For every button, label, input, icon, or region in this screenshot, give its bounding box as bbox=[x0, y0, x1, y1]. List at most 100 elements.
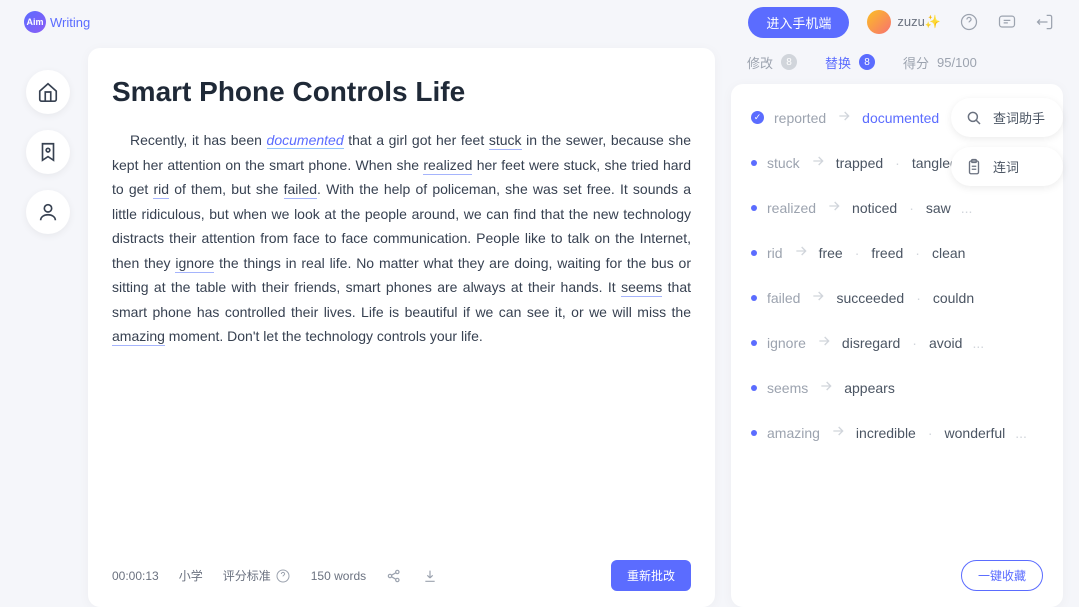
right-column: 修改 8 替换 8 得分 95/100 ✓reporteddocumenteds… bbox=[731, 48, 1063, 607]
bullet-icon bbox=[751, 385, 757, 391]
recheck-button[interactable]: 重新批改 bbox=[611, 560, 691, 591]
original-word: amazing bbox=[767, 425, 820, 441]
check-icon: ✓ bbox=[751, 111, 764, 124]
arrow-right-icon bbox=[810, 288, 826, 307]
user-area[interactable]: zuzu✨ bbox=[867, 10, 941, 34]
suggestion-item[interactable]: amazing incredible · wonderful ... bbox=[751, 423, 1043, 442]
criteria-button[interactable]: 评分标准 bbox=[223, 567, 291, 584]
bullet-icon bbox=[751, 295, 757, 301]
more-icon[interactable]: ... bbox=[972, 335, 984, 351]
original-word: rid bbox=[767, 245, 783, 261]
suggested-word[interactable]: free bbox=[819, 245, 843, 261]
logout-icon[interactable] bbox=[1035, 12, 1055, 32]
separator: · bbox=[928, 425, 933, 441]
help-icon[interactable] bbox=[959, 12, 979, 32]
floating-tools: 查词助手 连词 bbox=[951, 98, 1063, 186]
separator: · bbox=[915, 245, 920, 261]
suggested-word[interactable]: documented bbox=[862, 110, 939, 126]
feedback-icon[interactable] bbox=[997, 12, 1017, 32]
logo-text: Writing bbox=[50, 15, 90, 30]
separator: · bbox=[912, 335, 917, 351]
original-word: realized bbox=[767, 200, 816, 216]
highlight-stuck[interactable]: stuck bbox=[489, 132, 522, 150]
arrow-right-icon bbox=[816, 333, 832, 352]
suggestion-item[interactable]: failed succeeded · couldn bbox=[751, 288, 1043, 307]
bullet-icon bbox=[751, 205, 757, 211]
bookmark-button[interactable] bbox=[26, 130, 70, 174]
suggested-word[interactable]: couldn bbox=[933, 290, 974, 306]
bullet-icon bbox=[751, 160, 757, 166]
highlight-documented[interactable]: documented bbox=[267, 132, 344, 149]
more-icon[interactable]: ... bbox=[1015, 425, 1027, 441]
suggestion-item[interactable]: realized noticed · saw ... bbox=[751, 198, 1043, 217]
essay-text: Recently, it has been bbox=[130, 132, 267, 148]
conjunction-tool[interactable]: 连词 bbox=[951, 147, 1063, 186]
highlight-seems[interactable]: seems bbox=[621, 279, 662, 297]
suggestion-item[interactable]: ignoredisregard·avoid ... bbox=[751, 333, 1043, 352]
highlight-ignore[interactable]: ignore bbox=[175, 255, 214, 273]
arrow-right-icon bbox=[793, 243, 809, 262]
level-label[interactable]: 小学 bbox=[179, 567, 203, 584]
timer: 00:00:13 bbox=[112, 569, 159, 583]
highlight-rid[interactable]: rid bbox=[153, 181, 169, 199]
arrow-right-icon bbox=[818, 378, 834, 397]
tab-corrections[interactable]: 修改 8 bbox=[747, 53, 797, 80]
header-right: 进入手机端 zuzu✨ bbox=[748, 7, 1055, 38]
suggested-word[interactable]: appears bbox=[844, 380, 895, 396]
essay-body[interactable]: Recently, it has been documented that a … bbox=[112, 128, 691, 548]
suggested-word[interactable]: succeeded bbox=[836, 290, 904, 306]
essay-footer: 00:00:13 小学 评分标准 150 words 重新批改 bbox=[112, 548, 691, 591]
suggested-word[interactable]: incredible bbox=[856, 425, 916, 441]
more-icon[interactable]: ... bbox=[961, 200, 973, 216]
profile-button[interactable] bbox=[26, 190, 70, 234]
tab-replace[interactable]: 替换 8 bbox=[825, 53, 875, 80]
tab-score[interactable]: 得分 95/100 bbox=[903, 53, 977, 80]
bullet-icon bbox=[751, 430, 757, 436]
score-value: 95/100 bbox=[937, 55, 977, 70]
suggested-word[interactable]: clean bbox=[932, 245, 965, 261]
arrow-right-icon bbox=[810, 153, 826, 172]
search-icon bbox=[965, 109, 983, 127]
tab-badge: 8 bbox=[859, 54, 875, 70]
mobile-entry-button[interactable]: 进入手机端 bbox=[748, 7, 849, 38]
logo[interactable]: Aim Writing bbox=[24, 11, 90, 33]
bullet-icon bbox=[751, 250, 757, 256]
separator: · bbox=[909, 200, 914, 216]
word-count: 150 words bbox=[311, 569, 366, 583]
clipboard-icon bbox=[965, 158, 983, 176]
suggested-word[interactable]: disregard bbox=[842, 335, 900, 351]
tool-label: 连词 bbox=[993, 157, 1019, 176]
home-button[interactable] bbox=[26, 70, 70, 114]
tab-badge: 8 bbox=[781, 54, 797, 70]
suggested-word[interactable]: wonderful bbox=[945, 425, 1006, 441]
share-icon[interactable] bbox=[386, 568, 402, 584]
original-word: failed bbox=[767, 290, 800, 306]
suggested-word[interactable]: freed bbox=[871, 245, 903, 261]
separator: · bbox=[916, 290, 921, 306]
highlight-amazing[interactable]: amazing bbox=[112, 328, 165, 346]
original-word: seems bbox=[767, 380, 808, 396]
suggested-word[interactable]: avoid bbox=[929, 335, 962, 351]
highlight-failed[interactable]: failed bbox=[284, 181, 317, 199]
tool-label: 查词助手 bbox=[993, 108, 1045, 127]
tab-label: 修改 bbox=[747, 53, 773, 72]
dictionary-tool[interactable]: 查词助手 bbox=[951, 98, 1063, 137]
essay-title: Smart Phone Controls Life bbox=[112, 76, 691, 108]
suggestion-item[interactable]: rid free · freed · clean bbox=[751, 243, 1043, 262]
separator: · bbox=[855, 245, 860, 261]
sidebar bbox=[24, 70, 72, 234]
essay-panel: Smart Phone Controls Life Recently, it h… bbox=[88, 48, 715, 607]
username: zuzu✨ bbox=[897, 14, 941, 30]
highlight-realized[interactable]: realized bbox=[423, 157, 472, 175]
tabs-bar: 修改 8 替换 8 得分 95/100 bbox=[731, 48, 1063, 84]
suggested-word[interactable]: saw bbox=[926, 200, 951, 216]
download-icon[interactable] bbox=[422, 568, 438, 584]
suggested-word[interactable]: noticed bbox=[852, 200, 897, 216]
info-icon bbox=[275, 568, 291, 584]
favorite-button[interactable]: 一键收藏 bbox=[961, 560, 1043, 591]
bullet-icon bbox=[751, 340, 757, 346]
suggested-word[interactable]: trapped bbox=[836, 155, 883, 171]
suggestion-item[interactable]: seems appears bbox=[751, 378, 1043, 397]
main-content: Smart Phone Controls Life Recently, it h… bbox=[88, 48, 1063, 607]
tab-label: 替换 bbox=[825, 53, 851, 72]
